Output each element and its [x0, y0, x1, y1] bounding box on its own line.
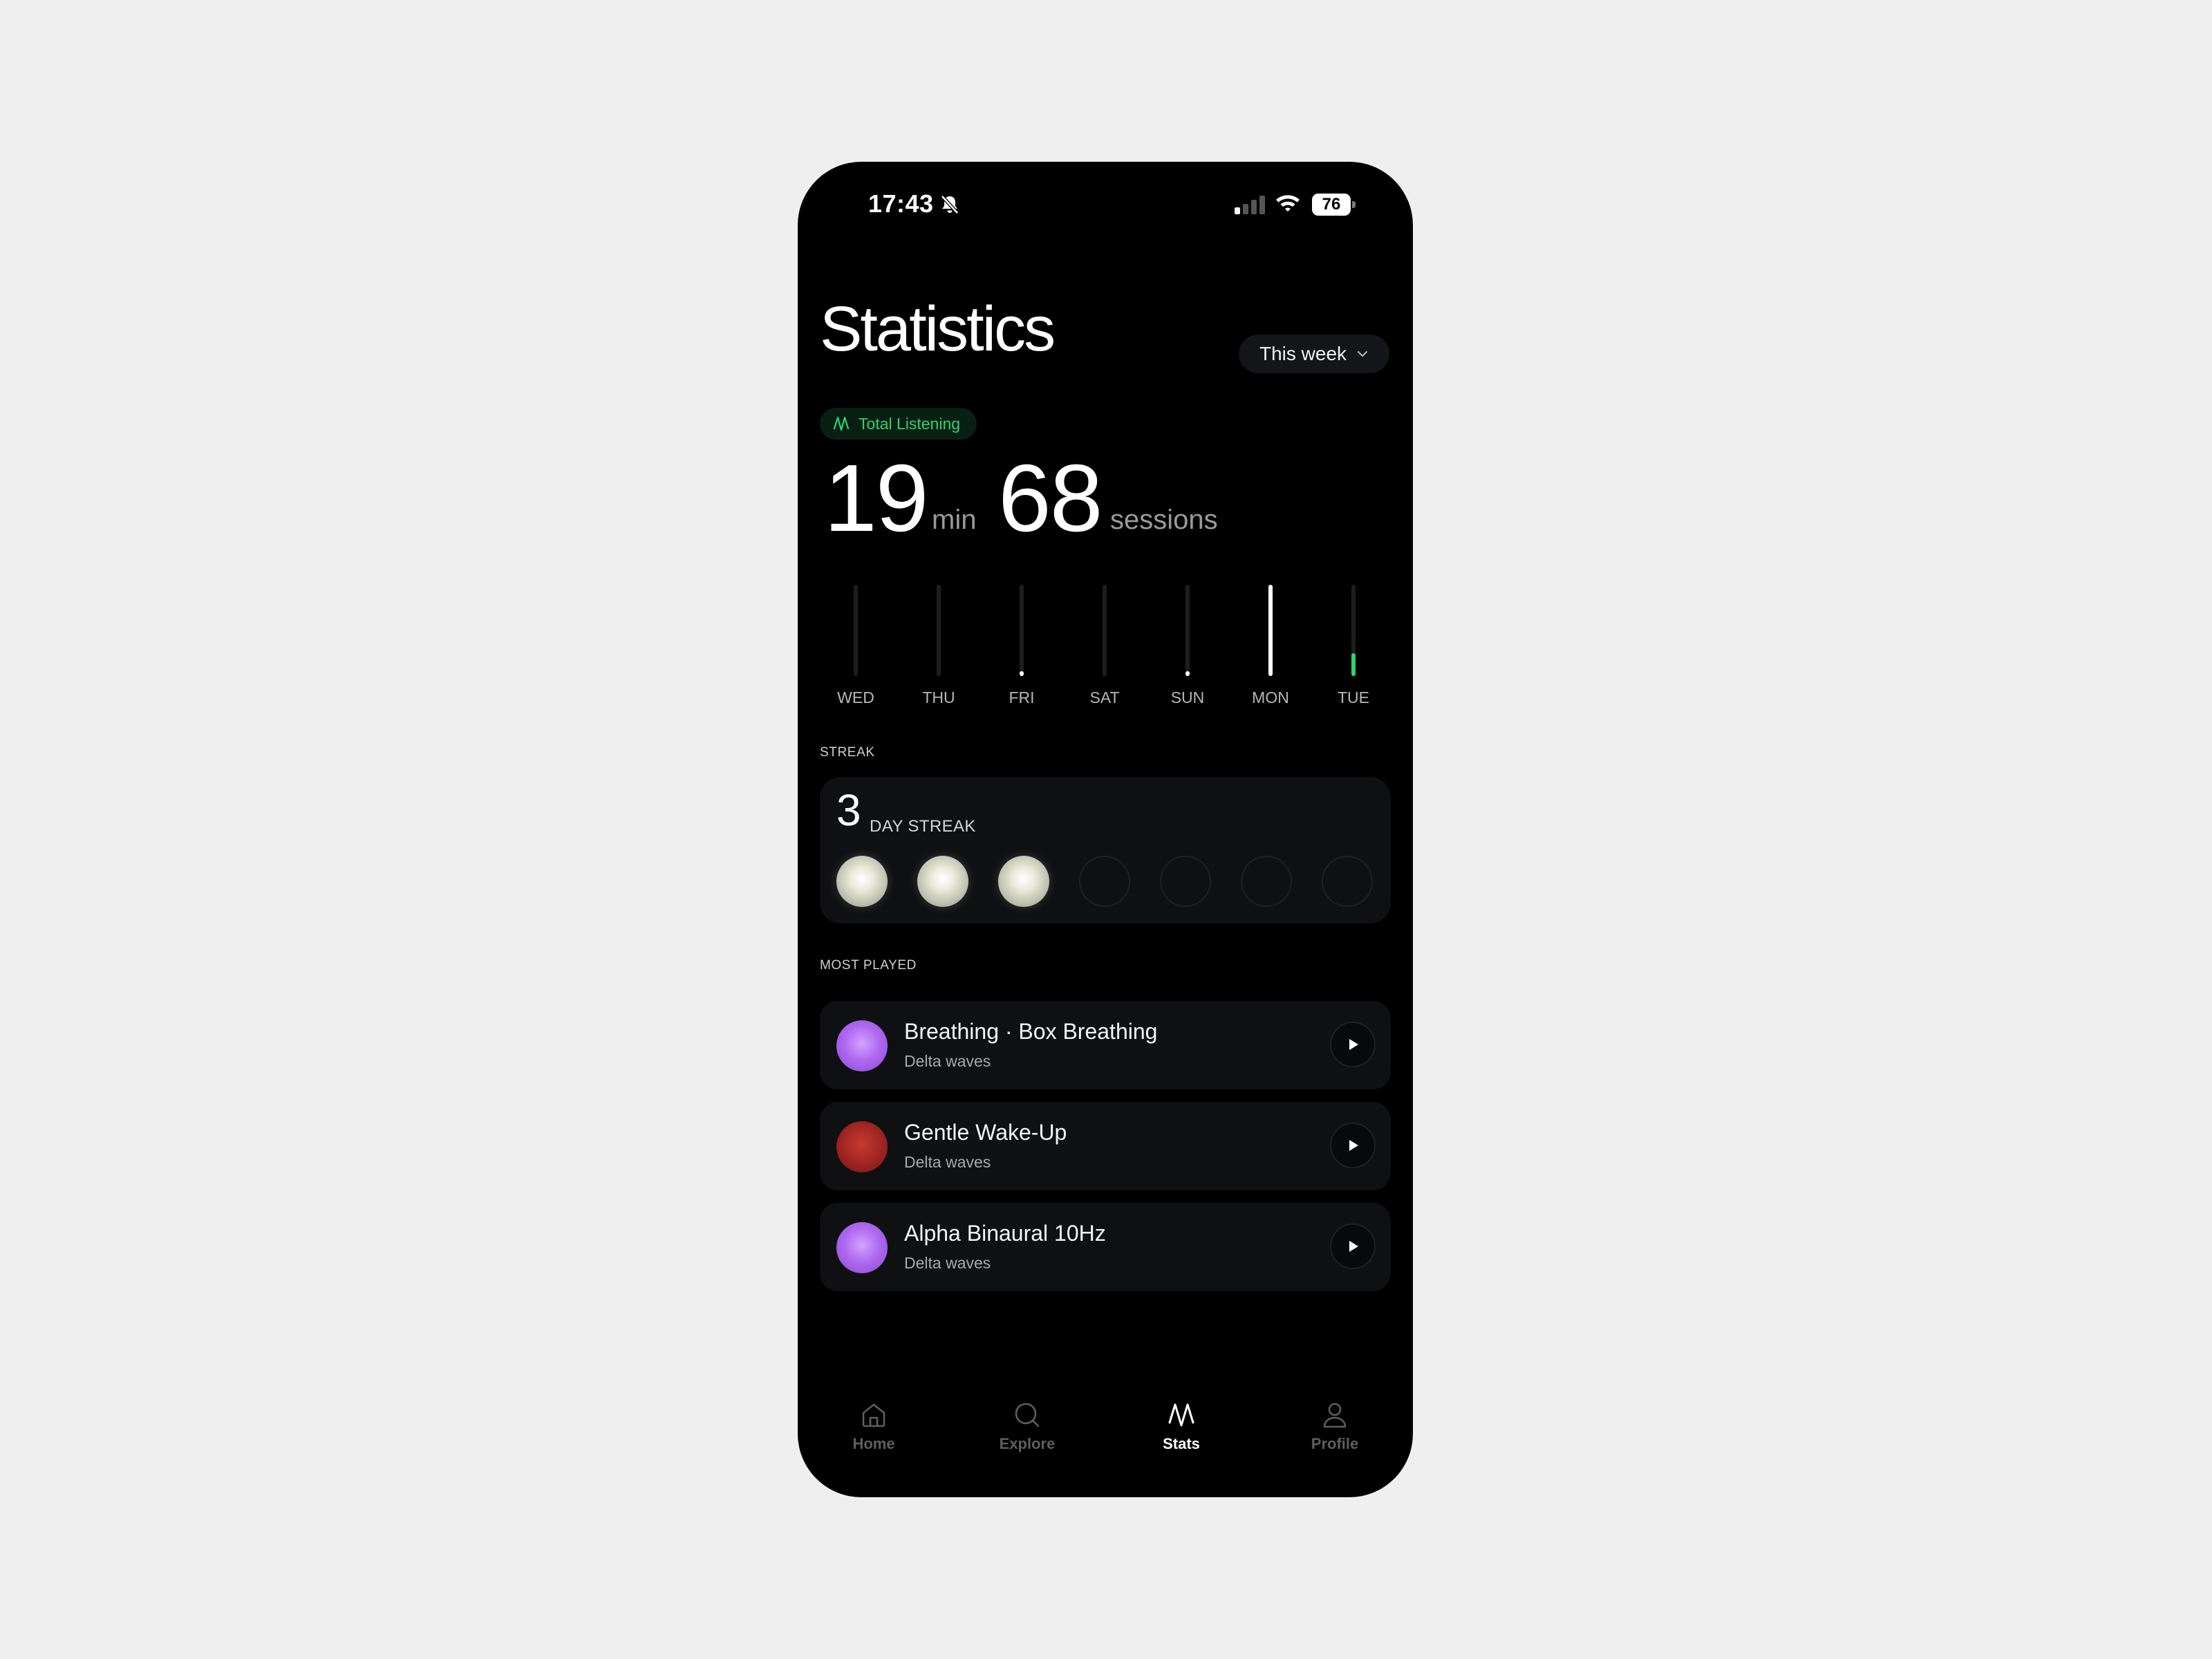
wifi-icon	[1276, 195, 1300, 212]
day-label: SUN	[1170, 688, 1205, 706]
tab-label: Explore	[999, 1435, 1056, 1452]
waveform-icon	[1168, 1403, 1194, 1427]
day-bar-sat: SAT	[1077, 585, 1132, 723]
day-bar-thu: THU	[911, 585, 966, 723]
battery-indicator: 76	[1312, 194, 1356, 216]
track-subtitle: Delta waves	[904, 1153, 991, 1171]
streak-dot	[1160, 856, 1211, 907]
total-listening-label: Total Listening	[859, 414, 961, 433]
bar-track	[1351, 585, 1356, 676]
status-time: 17:43	[868, 189, 934, 218]
track-title: Gentle Wake-Up	[904, 1120, 1067, 1145]
day-label: SAT	[1089, 688, 1120, 706]
tab-explore[interactable]: Explore	[972, 1399, 1082, 1468]
bar-track	[1185, 585, 1190, 676]
day-label: THU	[922, 688, 955, 706]
track-subtitle: Delta waves	[904, 1254, 991, 1272]
home-icon	[862, 1403, 885, 1427]
page-title: Statistics	[820, 294, 1056, 364]
play-icon	[1349, 1241, 1358, 1252]
waveform-icon	[833, 416, 850, 431]
chevron-down-icon	[1358, 351, 1368, 357]
track-card[interactable]: Breathing · Box Breathing Delta waves	[820, 1001, 1391, 1089]
tab-stats[interactable]: Stats	[1126, 1399, 1237, 1468]
minutes-unit: min	[932, 505, 977, 535]
tab-label: Home	[852, 1435, 895, 1452]
streak-dot	[1241, 856, 1292, 907]
total-sessions: 68	[998, 445, 1103, 552]
streak-dot	[836, 856, 888, 907]
period-dropdown[interactable]: This week	[1239, 335, 1389, 373]
bar-fill	[1268, 585, 1273, 676]
play-button[interactable]	[1330, 1123, 1376, 1168]
bell-muted-icon	[941, 195, 959, 214]
bar-track	[1103, 585, 1107, 676]
day-label: MON	[1252, 688, 1289, 706]
total-minutes: 19	[824, 445, 928, 552]
search-icon	[1015, 1403, 1040, 1427]
day-bar-fri: FRI	[994, 585, 1049, 723]
sessions-unit: sessions	[1110, 505, 1218, 535]
streak-label: DAY STREAK	[870, 817, 976, 836]
day-label: FRI	[1009, 688, 1035, 706]
streak-section-label: STREAK	[820, 745, 875, 760]
bar-track	[937, 585, 941, 676]
streak-dot	[1322, 856, 1373, 907]
track-card[interactable]: Alpha Binaural 10Hz Delta waves	[820, 1203, 1391, 1291]
bar-fill	[1020, 671, 1024, 676]
play-icon	[1349, 1039, 1358, 1050]
track-subtitle: Delta waves	[904, 1052, 991, 1070]
streak-dot	[1079, 856, 1130, 907]
day-bar-tue: TUE	[1326, 585, 1381, 723]
play-icon	[1349, 1140, 1358, 1151]
most-played-section-label: MOST PLAYED	[820, 958, 917, 973]
period-dropdown-label: This week	[1259, 343, 1347, 364]
bar-track	[1020, 585, 1024, 676]
day-bar-mon: MON	[1243, 585, 1298, 723]
day-label: TUE	[1338, 688, 1369, 706]
tab-home[interactable]: Home	[818, 1399, 929, 1468]
streak-count: 3	[836, 785, 861, 835]
battery-level: 76	[1312, 194, 1351, 216]
streak-card: 3 DAY STREAK	[820, 777, 1391, 924]
bar-fill	[1185, 671, 1190, 676]
streak-dot	[917, 856, 968, 907]
tab-label: Stats	[1163, 1435, 1200, 1452]
track-title: Breathing · Box Breathing	[904, 1019, 1158, 1044]
total-listening-badge: Total Listening	[820, 408, 977, 440]
track-orb	[836, 1222, 888, 1273]
track-title: Alpha Binaural 10Hz	[904, 1221, 1106, 1246]
user-icon	[1323, 1403, 1347, 1428]
day-label: WED	[837, 688, 874, 706]
track-card[interactable]: Gentle Wake-Up Delta waves	[820, 1102, 1391, 1190]
play-button[interactable]	[1330, 1022, 1376, 1067]
phone-screen: 17:43 76 Statistics This week Total List…	[798, 162, 1413, 1497]
tab-label: Profile	[1311, 1435, 1359, 1452]
track-orb	[836, 1020, 888, 1071]
play-button[interactable]	[1330, 1224, 1376, 1269]
track-orb	[836, 1121, 888, 1172]
cellular-signal-icon	[1235, 196, 1265, 214]
streak-dot	[998, 856, 1049, 907]
bar-track	[1268, 585, 1273, 676]
day-bar-sun: SUN	[1160, 585, 1215, 723]
bar-track	[854, 585, 858, 676]
bar-fill	[1351, 653, 1356, 676]
day-bar-wed: WED	[828, 585, 883, 723]
tab-profile[interactable]: Profile	[1280, 1399, 1390, 1468]
battery-cap	[1352, 201, 1356, 208]
